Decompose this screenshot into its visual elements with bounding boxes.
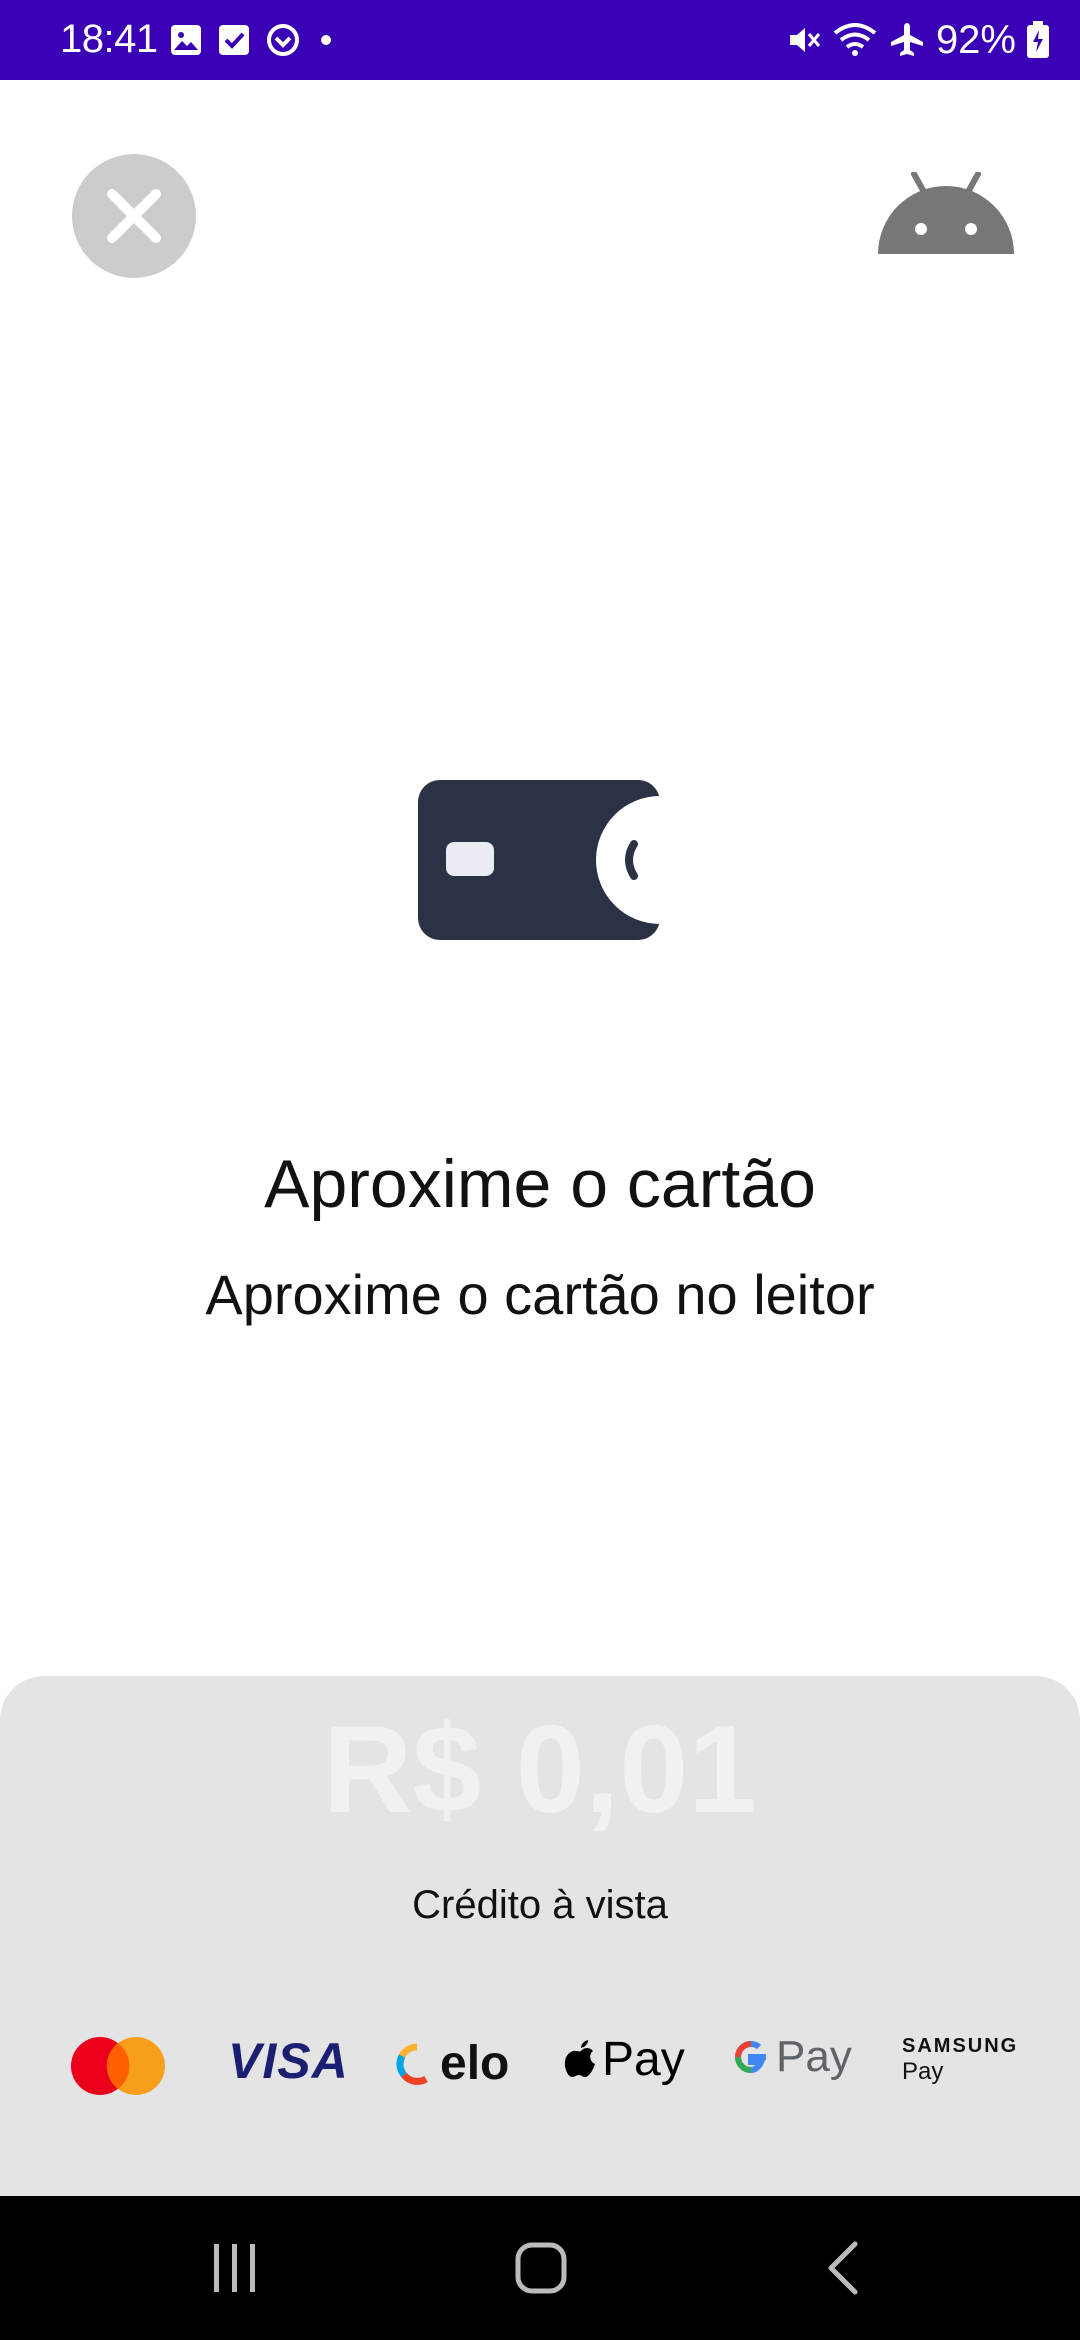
mastercard-logo <box>71 2037 165 2095</box>
samsung-pay-text: Pay <box>902 2058 944 2085</box>
elo-text: elo <box>440 2037 510 2090</box>
recents-button[interactable] <box>200 2236 270 2300</box>
recents-icon <box>214 2244 255 2292</box>
home-icon <box>515 2242 567 2294</box>
apple-icon <box>564 2039 595 2077</box>
screen: 18:41 92% Aproxime o cartão Aproxime o c… <box>0 0 1080 2340</box>
battery-icon <box>1027 21 1049 58</box>
status-time: 18:41 <box>60 17 158 61</box>
checkbox-icon <box>219 25 249 55</box>
battery-percentage: 92% <box>935 18 1016 62</box>
google-pay-logo: Pay <box>732 2032 852 2082</box>
apple-pay-text: Pay <box>602 2033 685 2086</box>
status-bar: 18:41 92% <box>0 0 1080 80</box>
payment-type: Crédito à vista <box>412 1883 668 1927</box>
dot-icon <box>321 35 331 45</box>
apple-pay-logo: Pay <box>564 2032 685 2087</box>
navigation-bar <box>0 2196 1080 2340</box>
close-icon <box>107 189 161 243</box>
image-icon <box>171 25 201 55</box>
elo-emblem-icon <box>396 2043 428 2085</box>
close-button[interactable] <box>72 154 196 278</box>
back-icon <box>828 2241 858 2295</box>
visa-logo: VISA <box>228 2033 349 2089</box>
google-pay-text: Pay <box>776 2032 852 2081</box>
instruction-title: Aproxime o cartão <box>264 1146 816 1222</box>
status-icons-right: 92% <box>786 18 1050 62</box>
samsung-text: SAMSUNG <box>902 2035 1019 2057</box>
contactless-card-icon <box>418 780 660 940</box>
sync-icon <box>267 24 299 56</box>
status-icons-left <box>170 20 336 60</box>
home-button[interactable] <box>506 2236 576 2300</box>
airplane-icon <box>890 23 923 56</box>
samsung-pay-logo: SAMSUNG Pay <box>902 2034 1018 2086</box>
mute-icon <box>789 28 821 52</box>
payment-amount: R$ 0,01 <box>322 1701 758 1839</box>
back-button[interactable] <box>818 2236 868 2300</box>
android-icon <box>878 172 1014 254</box>
instruction-subtitle: Aproxime o cartão no leitor <box>205 1263 875 1326</box>
google-g-icon <box>735 2040 766 2074</box>
wifi-icon <box>833 23 877 56</box>
elo-logo: elo <box>396 2036 509 2091</box>
